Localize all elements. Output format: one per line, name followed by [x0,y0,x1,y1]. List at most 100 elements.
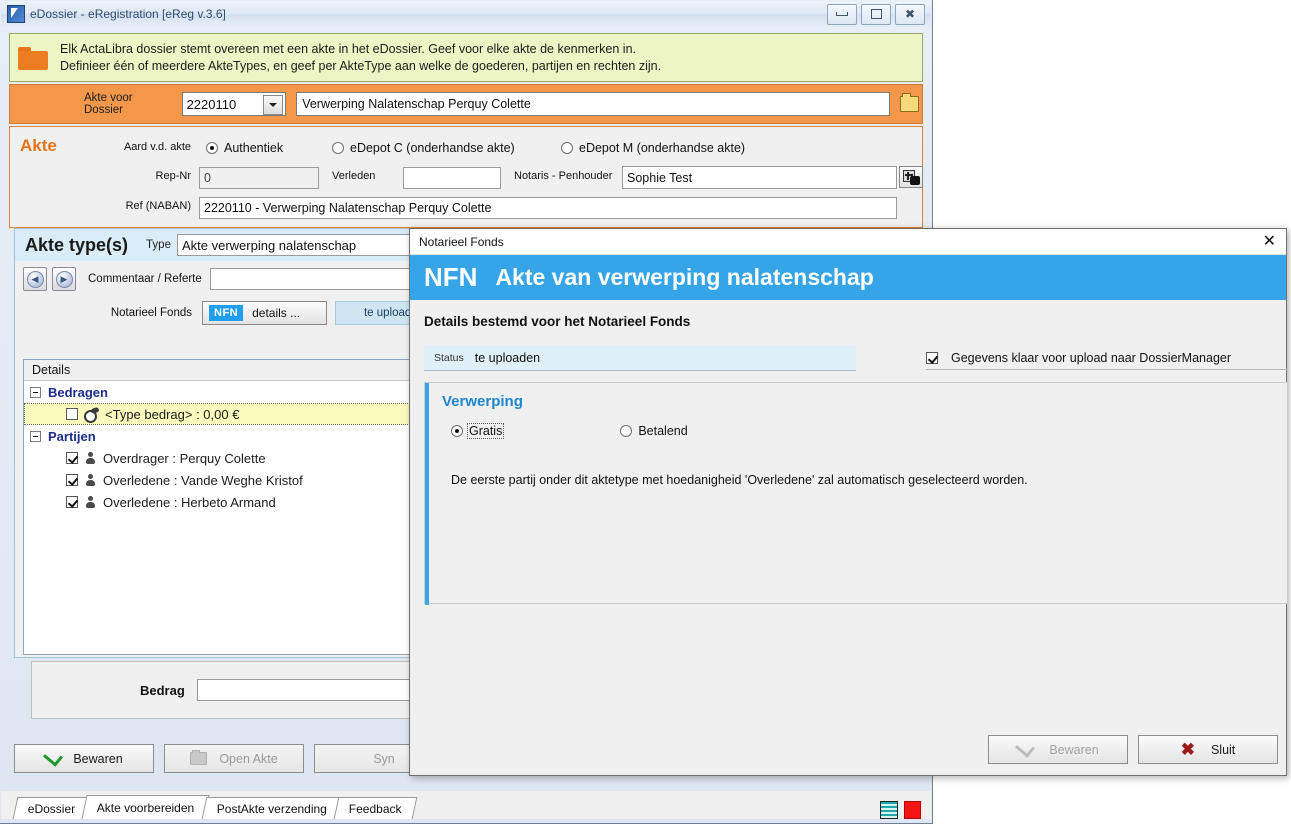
collapse-icon[interactable] [30,430,41,442]
aktetype-title: Akte type(s) [25,234,129,255]
tab-feedback-label: Feedback [348,801,402,816]
checkbox-ready-upload[interactable] [926,351,938,364]
dossier-number-combo[interactable]: 2220110 [181,92,287,116]
radio-gratis-label: Gratis [466,423,505,439]
radio-edepot-c-icon[interactable] [332,142,344,154]
money-icon [84,408,99,423]
tab-edossier[interactable]: eDossier [12,797,91,819]
tab-postakte-verzending[interactable]: PostAkte verzending [201,797,343,819]
radio-betalend-label: Betalend [638,424,688,438]
checkbox-overledene-2[interactable] [66,496,78,508]
checkbox-overdrager[interactable] [66,452,78,464]
tab-feedback[interactable]: Feedback [333,797,417,819]
stop-icon[interactable] [904,801,921,819]
akte-heading: Akte [20,136,57,155]
status-field: Status te uploaden [424,346,856,371]
dialog-title: Notarieel Fonds [419,234,504,249]
checkbox-bedrag[interactable] [66,408,78,420]
option-gratis[interactable]: Gratis [451,423,505,439]
dialog-bewaren-button[interactable]: Bewaren [988,735,1128,764]
hand-cursor-icon [910,176,920,185]
dialog-bewaren-label: Bewaren [1049,742,1099,757]
check-icon [1015,738,1036,758]
notaris-row: Notaris - Penhouder [514,170,612,182]
verleden-label: Verleden [332,170,376,182]
maximize-button[interactable] [861,3,891,25]
next-aktetype-button[interactable]: ▶ [52,267,76,291]
nfn-details-label: details ... [252,306,301,320]
ref-label: Ref (NABAN) [125,200,191,212]
ready-checkbox-row[interactable]: Gegevens klaar voor upload naar DossierM… [926,346,1288,370]
dialog-close-button[interactable]: ✕ [1263,233,1276,250]
tree-group-partijen-label: Partijen [48,428,96,444]
radio-edepot-m-label: eDepot M (onderhandse akte) [579,141,746,155]
dialog-sluit-button[interactable]: ✖ Sluit [1138,735,1278,764]
notaris-label: Notaris - Penhouder [514,170,613,182]
open-akte-label: Open Akte [219,751,278,766]
info-text: Elk ActaLibra dossier stemt overeen met … [60,41,661,75]
notarieel-fonds-label: Notarieel Fonds [110,307,192,319]
window-controls: ✖ [827,3,931,25]
maximize-icon [870,9,882,19]
option-betalend[interactable]: Betalend [620,424,688,438]
ref-input[interactable]: 2220110 - Verwerping Nalatenschap Perquy… [199,197,897,219]
aard-option-edepot-m[interactable]: eDepot M (onderhandse akte) [561,141,745,155]
tree-row-bedrag-label: <Type bedrag> : 0,00 € [105,406,240,422]
radio-edepot-m-icon[interactable] [561,142,573,154]
app-icon [7,5,25,23]
person-icon [84,451,97,465]
accent-stripe [425,383,429,605]
tab-edossier-label: eDossier [27,801,76,816]
radio-gratis-icon[interactable] [451,425,463,437]
dossier-description-input[interactable]: Verwerping Nalatenschap Perquy Colette [296,92,891,116]
info-banner: Elk ActaLibra dossier stemt overeen met … [9,33,923,82]
verwerping-note: De eerste partij onder dit aktetype met … [451,473,1028,487]
verleden-input[interactable] [403,167,501,189]
tab-akte-voorbereiden-label: Akte voorbereiden [97,800,195,815]
window-title: eDossier - eRegistration [eReg v.3.6] [30,7,226,21]
dialog-status-row: Status te uploaden Gegevens klaar voor u… [424,346,1288,371]
ready-label: Gegevens klaar voor upload naar DossierM… [951,350,1232,365]
add-notaris-button[interactable] [899,166,923,188]
tab-postakte-verzending-label: PostAkte verzending [216,801,327,816]
bedrag-label: Bedrag [140,682,185,698]
notaris-input[interactable]: Sophie Test [622,166,897,189]
tab-akte-voorbereiden[interactable]: Akte voorbereiden [81,795,211,819]
verwerping-title: Verwerping [442,393,523,410]
prev-aktetype-button[interactable]: ◀ [23,267,47,291]
open-dossier-button[interactable] [896,92,922,116]
arrow-left-icon: ◀ [26,270,44,288]
collapse-icon[interactable] [30,386,41,398]
ref-row: Ref (NABAN) [114,200,191,212]
dialog-sluit-label: Sluit [1210,742,1236,757]
repnr-label: Rep-Nr [155,170,191,182]
minimize-button[interactable] [827,3,857,25]
dossier-bar: Akte voor Dossier 2220110 Verwerping Nal… [9,84,923,124]
nfn-details-button[interactable]: NFN details ... [202,301,327,325]
open-akte-button[interactable]: Open Akte [164,744,304,773]
radio-edepot-c-label: eDepot C (onderhandse akte) [350,141,515,155]
person-icon [84,473,97,487]
repnr-input[interactable]: 0 [199,167,319,189]
status-value: te uploaden [474,351,541,365]
minimize-icon [836,12,848,16]
radio-betalend-icon[interactable] [620,425,633,437]
radio-authentiek-label: Authentiek [224,141,284,155]
folder-icon [190,750,208,765]
status-label: Status [434,352,464,364]
dialog-title-bar: Notarieel Fonds ✕ [410,229,1286,255]
verleden-row: Verleden [332,170,375,182]
chevron-down-icon[interactable] [263,95,284,115]
grid-icon[interactable] [880,801,898,819]
aard-option-edepot-c[interactable]: eDepot C (onderhandse akte) [332,141,515,155]
person-icon [84,495,97,509]
aard-label: Aard v.d. akte [123,141,191,153]
close-button[interactable]: ✖ [895,3,925,25]
folder-icon [18,45,50,71]
close-x-icon: ✖ [1180,740,1195,759]
checkbox-overledene-1[interactable] [66,474,78,486]
radio-authentiek-icon[interactable] [206,142,218,154]
banner-title: Akte van verwerping nalatenschap [495,264,874,290]
aard-option-authentiek[interactable]: Authentiek [206,141,283,155]
bewaren-button[interactable]: Bewaren [14,744,154,773]
